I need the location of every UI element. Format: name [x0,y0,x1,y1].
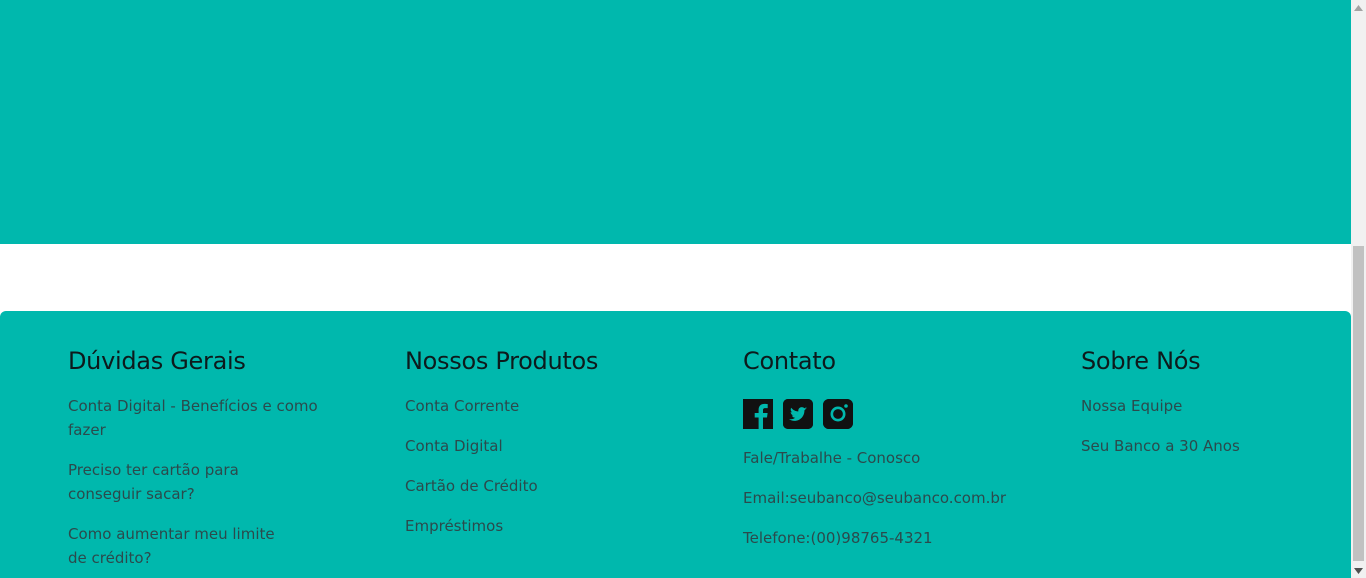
faq-link-limite-credito[interactable]: Como aumentar meu limite de crédito? [68,525,275,567]
footer-link-item: Preciso ter cartão para conseguir sacar? [68,458,308,506]
scroll-up-icon[interactable] [1351,0,1366,15]
contact-link-email[interactable]: Email:seubanco@seubanco.com.br [743,489,1006,507]
product-link-conta-digital[interactable]: Conta Digital [405,437,503,455]
contact-link-fale-conosco[interactable]: Fale/Trabalhe - Conosco [743,449,920,467]
social-icons [743,399,1023,429]
section-spacer [0,244,1351,311]
footer-links-duvidas: Conta Digital - Benefícios e como fazer … [68,394,348,570]
footer-link-item: Cartão de Crédito [405,474,685,498]
faq-link-cartao-sacar[interactable]: Preciso ter cartão para conseguir sacar? [68,461,239,503]
footer-link-item: Telefone:(00)98765-4321 [743,526,1023,550]
about-link-30-anos[interactable]: Seu Banco a 30 Anos [1081,437,1240,455]
footer-heading-produtos: Nossos Produtos [405,347,599,375]
footer-link-item: Conta Corrente [405,394,685,418]
product-link-conta-corrente[interactable]: Conta Corrente [405,397,519,415]
footer-links-sobre: Nossa Equipe Seu Banco a 30 Anos [1081,394,1351,458]
footer-link-item: Conta Digital - Benefícios e como fazer [68,394,348,442]
footer-link-item: Conta Digital [405,434,685,458]
scroll-down-icon[interactable] [1351,563,1366,578]
footer-heading-contato: Contato [743,347,836,375]
site-footer: Dúvidas Gerais Conta Digital - Benefício… [0,311,1351,578]
twitter-icon[interactable] [783,399,813,429]
faq-link-conta-digital[interactable]: Conta Digital - Benefícios e como fazer [68,397,318,439]
page: Dúvidas Gerais Conta Digital - Benefício… [0,0,1351,578]
footer-links-produtos: Conta Corrente Conta Digital Cartão de C… [405,394,685,538]
instagram-icon[interactable] [823,399,853,429]
footer-column-duvidas: Dúvidas Gerais Conta Digital - Benefício… [68,345,348,578]
product-link-cartao-credito[interactable]: Cartão de Crédito [405,477,538,495]
hero-banner [0,0,1351,244]
footer-link-item: Empréstimos [405,514,685,538]
footer-links-contato: Fale/Trabalhe - Conosco Email:seubanco@s… [743,446,1023,550]
footer-link-item: Email:seubanco@seubanco.com.br [743,486,1023,510]
footer-column-produtos: Nossos Produtos Conta Corrente Conta Dig… [405,345,685,554]
footer-column-sobre: Sobre Nós Nossa Equipe Seu Banco a 30 An… [1081,345,1351,474]
footer-link-item: Seu Banco a 30 Anos [1081,434,1351,458]
vertical-scrollbar[interactable] [1351,0,1366,578]
product-link-emprestimos[interactable]: Empréstimos [405,517,503,535]
about-link-nossa-equipe[interactable]: Nossa Equipe [1081,397,1182,415]
facebook-icon[interactable] [743,399,773,429]
footer-heading-duvidas: Dúvidas Gerais [68,347,246,375]
scrollbar-thumb[interactable] [1353,246,1364,561]
footer-column-contato: Contato Fale/Trabalhe - Conosco Email:se… [743,345,1023,566]
footer-heading-sobre: Sobre Nós [1081,347,1201,375]
footer-link-item: Como aumentar meu limite de crédito? [68,522,298,570]
footer-link-item: Nossa Equipe [1081,394,1351,418]
contact-link-telefone[interactable]: Telefone:(00)98765-4321 [743,529,933,547]
footer-link-item: Fale/Trabalhe - Conosco [743,446,1023,470]
